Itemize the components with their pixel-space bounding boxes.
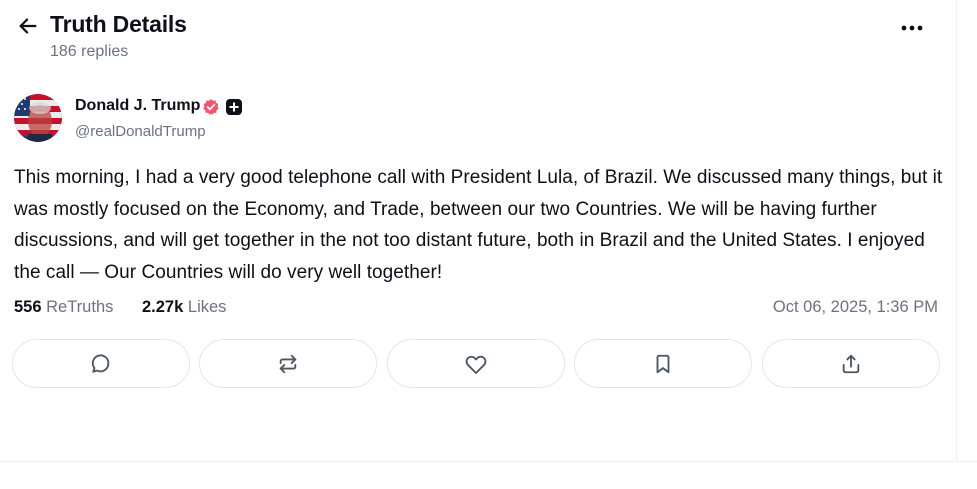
share-icon [842, 354, 860, 373]
reply-count: 186 replies [50, 43, 129, 60]
reply-button[interactable] [12, 339, 190, 388]
post-timestamp: Oct 06, 2025, 1:36 PM [772, 298, 938, 316]
avatar[interactable] [14, 94, 62, 142]
bookmark-icon [656, 354, 670, 373]
column-divider [956, 0, 957, 462]
likes-stat[interactable]: 2.27k Likes [142, 298, 226, 317]
post-stats: 556 ReTruths 2.27k Likes Oct 06, 2025, 1… [14, 298, 938, 322]
back-button[interactable] [14, 12, 42, 40]
avatar-image [14, 94, 62, 142]
share-button[interactable] [762, 339, 940, 388]
post-body: This morning, I had a very good telephon… [14, 167, 943, 283]
like-button[interactable] [387, 339, 565, 388]
truth-details-page: Truth Details 186 replies Donald J. Trum… [0, 0, 977, 489]
more-horizontal-icon [901, 25, 923, 31]
truth-plus-badge-icon [226, 99, 242, 115]
verified-badge-icon [203, 99, 219, 115]
likes-count: 2.27k [142, 298, 184, 316]
heart-icon [465, 355, 487, 374]
page-title: Truth Details [50, 11, 187, 37]
retruth-button[interactable] [199, 339, 377, 388]
retruths-count: 556 [14, 298, 42, 316]
arrow-left-icon [19, 18, 37, 34]
post-actions [12, 339, 940, 388]
retruths-stat[interactable]: 556 ReTruths [14, 298, 113, 317]
likes-label: Likes [187, 298, 227, 316]
retruths-label: ReTruths [46, 298, 114, 316]
page-header: Truth Details 186 replies [0, 0, 956, 70]
reply-icon [91, 353, 110, 373]
retruth-icon [279, 354, 297, 373]
author-handle[interactable]: @realDonaldTrump [75, 123, 206, 140]
section-divider [0, 461, 977, 462]
bookmark-button[interactable] [574, 339, 752, 388]
more-options-button[interactable] [896, 14, 928, 42]
post-author: Donald J. Trump @realDonaldTrump [14, 94, 514, 144]
author-name[interactable]: Donald J. Trump [75, 97, 200, 115]
